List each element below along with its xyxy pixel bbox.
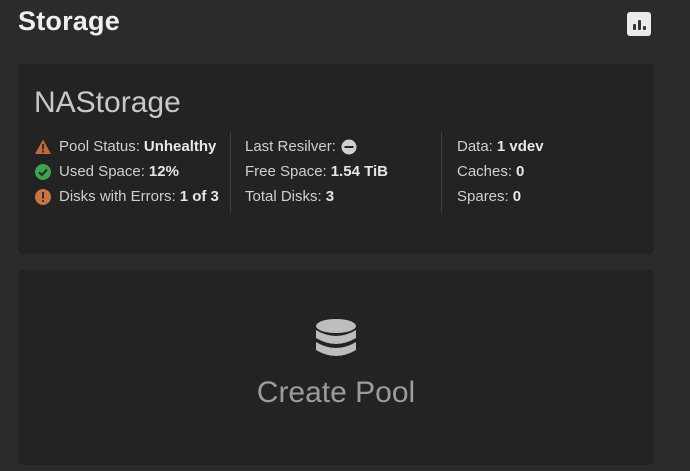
create-pool-button[interactable]: Create Pool <box>18 270 654 465</box>
minus-circle-icon <box>341 139 357 154</box>
free-space-value: 1.54 TiB <box>330 163 388 180</box>
last-resilver-row: Last Resilver: <box>245 134 388 159</box>
spares-label: Spares: <box>457 188 509 205</box>
disks-with-errors-value: 1 of 3 <box>179 188 219 205</box>
pool-name: NAStorage <box>34 86 181 119</box>
total-disks-value: 3 <box>325 188 335 205</box>
pool-space-column: Last Resilver: Free Space: 1.54 TiB Tota… <box>245 134 388 209</box>
pool-status-row: Pool Status: Unhealthy <box>34 134 219 159</box>
used-space-label: Used Space: <box>59 163 145 180</box>
caches-row: Caches: 0 <box>457 159 544 184</box>
spares-value: 0 <box>512 188 522 205</box>
pool-card: NAStorage Pool Status: Unhealthy Used Sp… <box>18 64 654 254</box>
free-space-row: Free Space: 1.54 TiB <box>245 159 388 184</box>
pool-status-label: Pool Status: <box>59 138 140 155</box>
free-space-label: Free Space: <box>245 163 327 180</box>
data-row: Data: 1 vdev <box>457 134 544 159</box>
create-pool-label: Create Pool <box>256 376 416 409</box>
spares-row: Spares: 0 <box>457 184 544 209</box>
exclamation-circle-icon <box>35 188 51 205</box>
bar-chart-icon <box>632 24 636 30</box>
last-resilver-label: Last Resilver: <box>245 138 336 155</box>
column-divider <box>441 132 442 213</box>
caches-label: Caches: <box>457 163 513 180</box>
used-space-value: 12% <box>148 163 179 180</box>
caches-value: 0 <box>516 163 525 180</box>
pool-status-value: Unhealthy <box>143 138 217 155</box>
page-title: Storage <box>18 6 120 36</box>
pool-vdev-column: Data: 1 vdev Caches: 0 Spares: 0 <box>457 134 544 209</box>
warning-triangle-icon <box>35 139 51 154</box>
database-icon <box>316 319 356 356</box>
data-label: Data: <box>457 138 493 155</box>
disks-with-errors-label: Disks with Errors: <box>59 188 176 205</box>
column-divider <box>230 132 231 213</box>
check-circle-icon <box>35 163 51 180</box>
total-disks-label: Total Disks: <box>245 188 322 205</box>
pool-status-column: Pool Status: Unhealthy Used Space: 12% D… <box>34 134 219 209</box>
total-disks-row: Total Disks: 3 <box>245 184 388 209</box>
used-space-row: Used Space: 12% <box>34 159 219 184</box>
data-value: 1 vdev <box>496 138 544 155</box>
reports-button[interactable] <box>627 12 651 36</box>
disks-with-errors-row: Disks with Errors: 1 of 3 <box>34 184 219 209</box>
